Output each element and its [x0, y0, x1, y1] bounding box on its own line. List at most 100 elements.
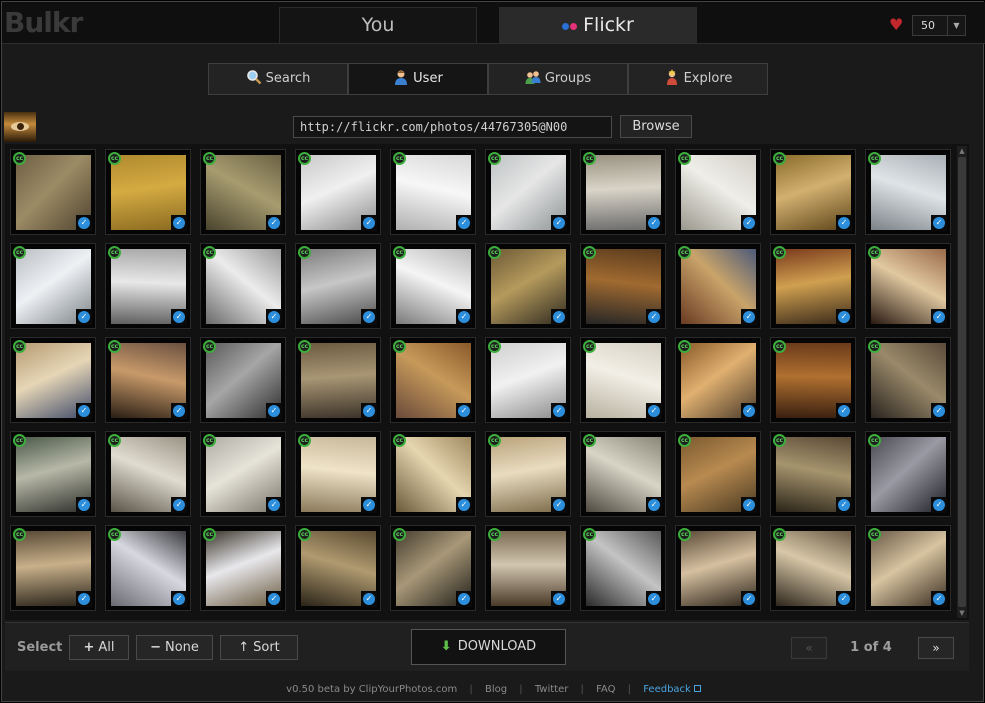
selected-check-icon[interactable]: ✓ — [266, 497, 282, 513]
selected-check-icon[interactable]: ✓ — [836, 497, 852, 513]
selected-check-icon[interactable]: ✓ — [456, 403, 472, 419]
selected-check-icon[interactable]: ✓ — [646, 403, 662, 419]
selected-check-icon[interactable]: ✓ — [171, 215, 187, 231]
photo-tile[interactable]: cc ✓ — [105, 337, 191, 423]
footer-author-link[interactable]: ClipYourPhotos.com — [359, 684, 458, 695]
per-page-select[interactable]: 50 ▼ — [912, 15, 966, 36]
photo-tile[interactable]: cc ✓ — [200, 149, 286, 235]
photo-tile[interactable]: cc ✓ — [675, 243, 761, 329]
photo-tile[interactable]: cc ✓ — [675, 525, 761, 611]
photo-tile[interactable]: cc ✓ — [390, 149, 476, 235]
selected-check-icon[interactable]: ✓ — [931, 215, 947, 231]
selected-check-icon[interactable]: ✓ — [266, 215, 282, 231]
sort-button[interactable]: ↑ Sort — [220, 635, 298, 660]
photo-tile[interactable]: cc ✓ — [485, 337, 571, 423]
selected-check-icon[interactable]: ✓ — [931, 403, 947, 419]
selected-check-icon[interactable]: ✓ — [551, 403, 567, 419]
photo-tile[interactable]: cc ✓ — [390, 243, 476, 329]
photo-tile[interactable]: cc ✓ — [295, 243, 381, 329]
selected-check-icon[interactable]: ✓ — [646, 497, 662, 513]
selected-check-icon[interactable]: ✓ — [266, 591, 282, 607]
selected-check-icon[interactable]: ✓ — [171, 497, 187, 513]
selected-check-icon[interactable]: ✓ — [361, 215, 377, 231]
selected-check-icon[interactable]: ✓ — [171, 309, 187, 325]
footer-feedback-link[interactable]: Feedback — [643, 684, 701, 695]
footer-blog-link[interactable]: Blog — [485, 684, 507, 695]
scroll-thumb[interactable] — [958, 157, 966, 607]
selected-check-icon[interactable]: ✓ — [456, 497, 472, 513]
photo-tile[interactable]: cc ✓ — [770, 431, 856, 517]
photo-tile[interactable]: cc ✓ — [770, 149, 856, 235]
selected-check-icon[interactable]: ✓ — [836, 591, 852, 607]
photo-tile[interactable]: cc ✓ — [105, 243, 191, 329]
photo-tile[interactable]: cc ✓ — [200, 431, 286, 517]
photo-tile[interactable]: cc ✓ — [485, 243, 571, 329]
selected-check-icon[interactable]: ✓ — [361, 497, 377, 513]
selected-check-icon[interactable]: ✓ — [646, 309, 662, 325]
prev-page-button[interactable]: « — [791, 637, 827, 659]
selected-check-icon[interactable]: ✓ — [456, 591, 472, 607]
photo-tile[interactable]: cc ✓ — [865, 149, 951, 235]
selected-check-icon[interactable]: ✓ — [171, 403, 187, 419]
mode-user-button[interactable]: User — [348, 63, 488, 95]
photo-tile[interactable]: cc ✓ — [200, 525, 286, 611]
scroll-down-icon[interactable]: ▼ — [957, 608, 967, 618]
select-none-button[interactable]: − None — [136, 635, 213, 660]
photo-tile[interactable]: cc ✓ — [675, 337, 761, 423]
tab-you[interactable]: You — [279, 7, 477, 43]
photo-tile[interactable]: cc ✓ — [10, 243, 96, 329]
photo-tile[interactable]: cc ✓ — [770, 525, 856, 611]
selected-check-icon[interactable]: ✓ — [646, 215, 662, 231]
mode-search-button[interactable]: Search — [208, 63, 348, 95]
photo-tile[interactable]: cc ✓ — [390, 431, 476, 517]
footer-faq-link[interactable]: FAQ — [596, 684, 615, 695]
selected-check-icon[interactable]: ✓ — [266, 309, 282, 325]
footer-twitter-link[interactable]: Twitter — [535, 684, 569, 695]
photo-tile[interactable]: cc ✓ — [485, 431, 571, 517]
selected-check-icon[interactable]: ✓ — [551, 497, 567, 513]
photo-tile[interactable]: cc ✓ — [295, 431, 381, 517]
selected-check-icon[interactable]: ✓ — [741, 309, 757, 325]
photo-tile[interactable]: cc ✓ — [295, 149, 381, 235]
photo-tile[interactable]: cc ✓ — [105, 525, 191, 611]
selected-check-icon[interactable]: ✓ — [836, 309, 852, 325]
photo-tile[interactable]: cc ✓ — [485, 149, 571, 235]
download-button[interactable]: ⬇ DOWNLOAD — [411, 629, 566, 665]
photo-tile[interactable]: cc ✓ — [770, 243, 856, 329]
selected-check-icon[interactable]: ✓ — [456, 215, 472, 231]
photo-tile[interactable]: cc ✓ — [10, 431, 96, 517]
photo-tile[interactable]: cc ✓ — [865, 525, 951, 611]
flickr-url-input[interactable] — [293, 116, 612, 138]
selected-check-icon[interactable]: ✓ — [551, 215, 567, 231]
selected-check-icon[interactable]: ✓ — [361, 403, 377, 419]
selected-check-icon[interactable]: ✓ — [741, 215, 757, 231]
selected-check-icon[interactable]: ✓ — [456, 309, 472, 325]
photo-tile[interactable]: cc ✓ — [580, 337, 666, 423]
selected-check-icon[interactable]: ✓ — [551, 591, 567, 607]
mode-explore-button[interactable]: Explore — [628, 63, 768, 95]
photo-tile[interactable]: cc ✓ — [390, 337, 476, 423]
photo-tile[interactable]: cc ✓ — [580, 525, 666, 611]
photo-tile[interactable]: cc ✓ — [580, 149, 666, 235]
photo-tile[interactable]: cc ✓ — [295, 525, 381, 611]
mode-groups-button[interactable]: Groups — [488, 63, 628, 95]
photo-tile[interactable]: cc ✓ — [200, 337, 286, 423]
photo-tile[interactable]: cc ✓ — [580, 243, 666, 329]
photo-tile[interactable]: cc ✓ — [295, 337, 381, 423]
photo-tile[interactable]: cc ✓ — [10, 149, 96, 235]
selected-check-icon[interactable]: ✓ — [836, 215, 852, 231]
photo-tile[interactable]: cc ✓ — [10, 337, 96, 423]
selected-check-icon[interactable]: ✓ — [76, 497, 92, 513]
selected-check-icon[interactable]: ✓ — [76, 591, 92, 607]
selected-check-icon[interactable]: ✓ — [361, 591, 377, 607]
selected-check-icon[interactable]: ✓ — [266, 403, 282, 419]
photo-tile[interactable]: cc ✓ — [580, 431, 666, 517]
scroll-up-icon[interactable]: ▲ — [957, 146, 967, 156]
selected-check-icon[interactable]: ✓ — [76, 215, 92, 231]
selected-check-icon[interactable]: ✓ — [931, 309, 947, 325]
selected-check-icon[interactable]: ✓ — [741, 591, 757, 607]
selected-check-icon[interactable]: ✓ — [76, 403, 92, 419]
selected-check-icon[interactable]: ✓ — [171, 591, 187, 607]
photo-tile[interactable]: cc ✓ — [865, 431, 951, 517]
selected-check-icon[interactable]: ✓ — [361, 309, 377, 325]
